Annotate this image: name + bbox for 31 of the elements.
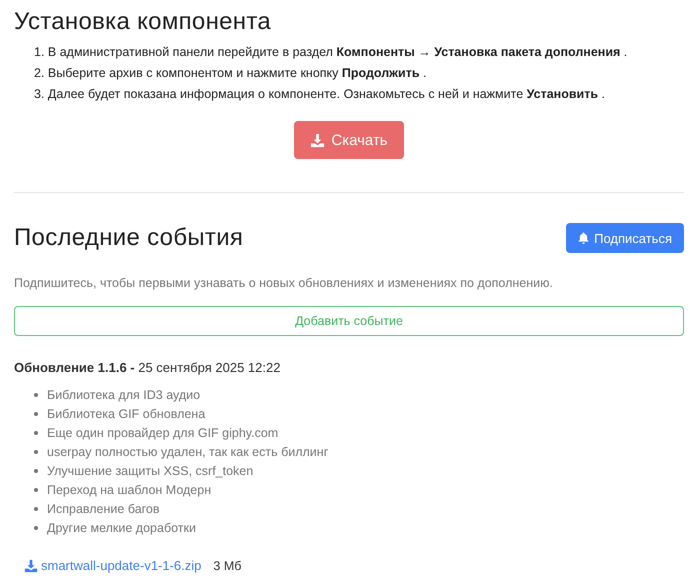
subscribe-button[interactable]: Подписаться [566, 223, 684, 253]
change-item: Улучшение защиты XSS, csrf_token [47, 463, 254, 479]
change-item: Исправление багов [47, 501, 160, 517]
section-title: Установка компонента [14, 8, 272, 36]
instruction-step: 2. Выберите архив с компонентом и нажмите кнопку Продолжить . [34, 65, 684, 82]
instruction-step: 3. Далее будет показана информация о компоненте. Ознакомьтесь с ней и нажмите Установить . [34, 86, 684, 103]
bullet-icon [34, 412, 38, 416]
change-item: Переход на шаблон Модерн [47, 482, 212, 498]
change-item: userpay полностью удален, так как есть биллинг [47, 444, 328, 460]
change-item: Библиотека GIF обновлена [47, 406, 206, 422]
file-size: 3 Мб [213, 558, 242, 572]
download-icon [310, 132, 326, 148]
bullet-icon [34, 431, 38, 435]
change-item: Другие мелкие доработки [47, 520, 196, 536]
add-event-button[interactable]: Добавить событие [14, 306, 684, 336]
file-link[interactable]: smartwall-update-v1-1-6.zip [24, 558, 202, 573]
bullet-icon [34, 393, 38, 397]
update-heading: Обновление 1.1.6 - 25 сентября 2025 12:22 [14, 360, 282, 375]
section-title: Последние события [14, 224, 244, 252]
download-button[interactable]: Скачать [294, 121, 404, 159]
change-item: Библиотека для ID3 аудио [47, 387, 200, 403]
bell-icon [578, 232, 590, 244]
bullet-icon [34, 450, 38, 454]
bullet-icon [34, 469, 38, 473]
bullet-icon [34, 488, 38, 492]
instruction-step: 1. В административной панели перейдите в раздел Компоненты → Установка пакета дополнения . [34, 44, 684, 61]
download-icon [24, 558, 38, 572]
subscribe-hint: Подпишитесь, чтобы первыми узнавать о новых обновлениях и изменениях по дополнению. [14, 276, 554, 290]
bullet-icon [34, 526, 38, 530]
bullet-icon [34, 507, 38, 511]
change-item: Еще один провайдер для GIF giphy.com [47, 425, 278, 441]
